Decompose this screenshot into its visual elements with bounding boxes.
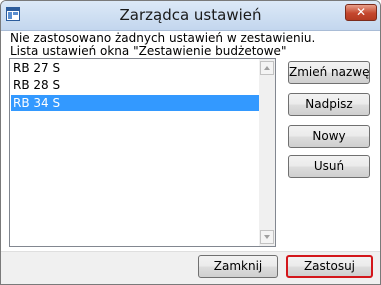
apply-button[interactable]: Zastosuj [286,255,373,278]
settings-manager-dialog: Zarządca ustawień ✕ Nie zastosowano żadn… [0,0,381,285]
window-title: Zarządca ustawień [119,6,262,24]
close-button[interactable]: Zamknij [198,255,278,278]
rename-button[interactable]: Zmień nazwę [288,61,370,84]
title-bar[interactable]: Zarządca ustawień ✕ [1,1,380,31]
vertical-scrollbar[interactable] [259,59,275,246]
scroll-down-arrow-icon[interactable] [260,230,274,244]
no-settings-message: Nie zastosowano żadnych ustawień w zesta… [10,31,316,45]
list-item-rb-27-s[interactable]: RB 27 S [11,60,260,76]
list-item-rb-34-s[interactable]: RB 34 S [11,95,260,111]
list-caption: Lista ustawień okna "Zestawienie budżeto… [10,44,287,58]
list-item-rb-28-s[interactable]: RB 28 S [11,77,260,93]
scroll-up-arrow-icon[interactable] [260,61,274,75]
new-button[interactable]: Nowy [288,125,370,148]
delete-button[interactable]: Usuń [288,155,370,178]
overwrite-button[interactable]: Nadpisz [288,93,370,116]
close-icon[interactable]: ✕ [345,4,377,21]
settings-listbox[interactable]: RB 27 S RB 28 S RB 34 S [9,58,276,247]
